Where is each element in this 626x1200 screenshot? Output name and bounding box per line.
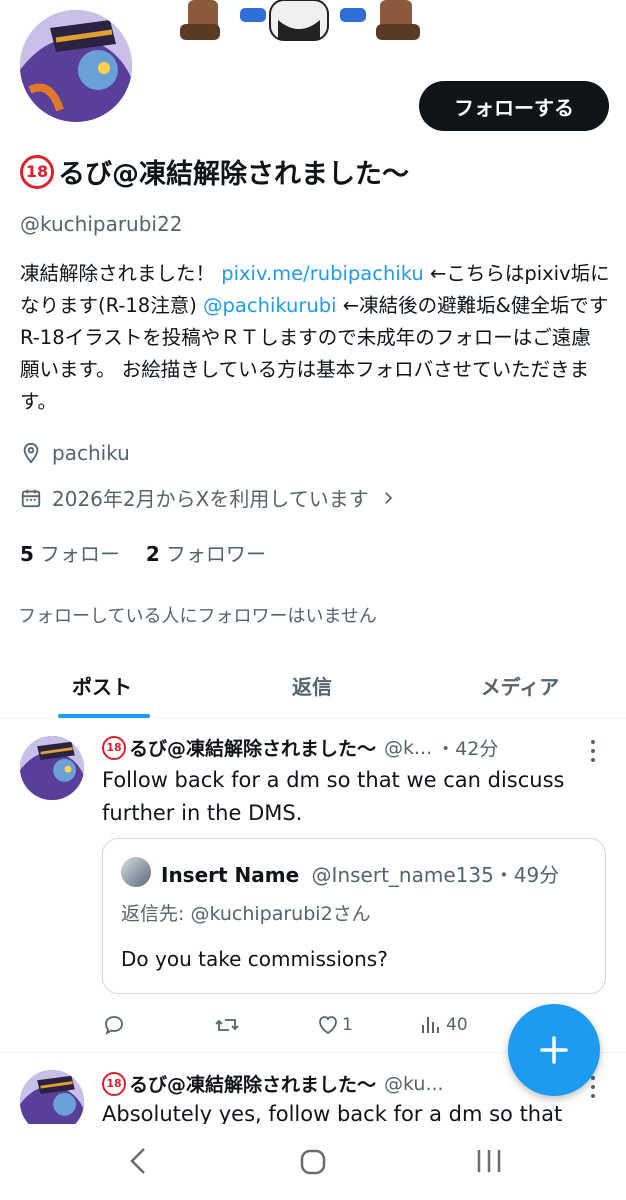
followers-link[interactable]: 2 フォロワー [146, 538, 266, 567]
post-author-handle: @ku... [384, 1072, 444, 1095]
profile-avatar[interactable] [20, 10, 132, 122]
quote-avatar [121, 857, 151, 887]
quote-author-handle: @Insert_name135 [311, 863, 494, 887]
profile-bio: 凍結解除されました！ pixiv.me/rubipachiku ←こちらはpix… [20, 258, 610, 418]
bio-link-pixiv[interactable]: pixiv.me/rubipachiku [221, 262, 424, 285]
location-icon [23, 442, 39, 464]
quote-header: Insert Name @Insert_name135・49分 [161, 859, 559, 888]
compose-button[interactable] [508, 1004, 600, 1096]
quoted-post[interactable]: Insert Name @Insert_name135・49分 返信先: @ku… [102, 838, 606, 994]
quote-text: Do you take commissions? [121, 947, 388, 971]
system-nav-bar [0, 1124, 626, 1200]
follow-button[interactable]: フォローする [419, 81, 609, 131]
r18-badge-icon: 18 [102, 735, 126, 760]
profile-joined[interactable]: 2026年2月からXを利用しています [20, 483, 397, 512]
active-tab-indicator [58, 714, 150, 718]
bio-link-mention[interactable]: @pachikurubi [203, 294, 337, 317]
compose-plus-icon [540, 1036, 568, 1064]
profile-name-text: るび@凍結解除されました〜 [58, 159, 409, 190]
post-header: 18 るび@凍結解除されました〜 @k... ・42分 [102, 734, 592, 761]
nav-recents-icon[interactable] [474, 1148, 504, 1174]
post-avatar[interactable] [20, 736, 84, 800]
retweet-icon[interactable] [214, 1013, 240, 1037]
like-count: 1 [342, 1015, 353, 1035]
bio-text-1: 凍結解除されました！ [20, 262, 222, 285]
tab-posts[interactable]: ポスト [0, 652, 204, 718]
post-author-name[interactable]: るび@凍結解除されました〜 [129, 734, 376, 761]
views-icon[interactable] [420, 1013, 442, 1037]
profile-name: 18 るび@凍結解除されました〜 [20, 152, 409, 191]
nav-home-icon[interactable] [299, 1148, 327, 1176]
quote-reply-to: 返信先: @kuchiparubi2さん [121, 903, 371, 925]
banner-image [180, 0, 420, 41]
r18-badge-icon: 18 [20, 154, 54, 189]
location-text: pachiku [52, 441, 130, 465]
nav-back-icon[interactable] [128, 1146, 150, 1176]
tab-replies-label: 返信 [292, 674, 332, 699]
tab-media[interactable]: メディア [418, 652, 622, 718]
joined-text: 2026年2月からXを利用しています [52, 487, 369, 511]
tab-media-label: メディア [480, 674, 560, 699]
r18-badge-icon: 18 [102, 1071, 126, 1096]
profile-tabs: ポスト 返信 メディア [0, 652, 626, 719]
followers-you-know: フォローしている人にフォロワーはいません [18, 606, 377, 627]
calendar-icon [21, 489, 41, 507]
reply-icon[interactable] [102, 1013, 126, 1037]
like-icon[interactable] [316, 1013, 340, 1037]
more-icon[interactable] [588, 738, 598, 764]
following-label: フォロー [39, 542, 120, 566]
follow-counts: 5 フォロー 2 フォロワー [20, 538, 266, 567]
post-text: Absolutely yes, follow back for a dm so … [102, 1102, 563, 1124]
following-count: 5 [20, 542, 34, 566]
tab-posts-label: ポスト [72, 674, 132, 699]
post-author-handle: @k... [384, 736, 433, 759]
quote-time: ・49分 [493, 863, 560, 887]
profile-location: pachiku [20, 441, 130, 465]
post-text: Follow back for a dm so that we can disc… [102, 768, 565, 825]
chevron-right-icon [384, 491, 392, 504]
followers-count: 2 [145, 542, 160, 566]
views-count: 40 [446, 1015, 468, 1035]
tab-replies[interactable]: 返信 [210, 652, 414, 718]
following-link[interactable]: 5 フォロー [20, 538, 120, 567]
post-header: 18 るび@凍結解除されました〜 @ku... [102, 1070, 512, 1097]
profile-handle: @kuchiparubi22 [20, 212, 183, 236]
followers-label: フォロワー [165, 542, 266, 566]
post-author-name[interactable]: るび@凍結解除されました〜 [129, 1070, 376, 1097]
quote-author-name: Insert Name [161, 863, 300, 887]
post-time: ・42分 [436, 738, 499, 760]
